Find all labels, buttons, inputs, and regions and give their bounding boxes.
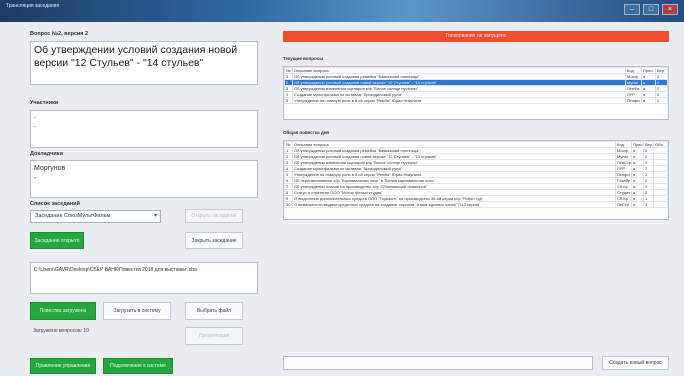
new-question-input[interactable] [283, 356, 593, 370]
create-question-button[interactable]: Создать новый вопрос [602, 356, 669, 370]
table-cell: 5 [284, 97, 293, 104]
loaded-count-status: Загружено вопросов: 10 [33, 328, 89, 334]
table-cell: а [641, 97, 656, 104]
choose-file-button[interactable]: Выбрать файл [185, 302, 243, 320]
meeting-select-value: Заседание СоюзМультФильм [35, 213, 111, 219]
table-cell: Утверждение на главную роль в 8 ой серии… [292, 97, 626, 104]
question-header: Вопрос №2, версия 2 [30, 31, 89, 37]
window-titlebar: Трансляция заседания – □ × [0, 0, 684, 22]
table-cell: 10 [284, 201, 293, 208]
participants-label: Участники [30, 100, 59, 106]
table-cell: 1 [643, 201, 654, 208]
question-text: Об утверждении условий создания новой ве… [30, 41, 258, 85]
table-cell: Ленфи [615, 171, 632, 178]
column-header[interactable]: Прио [631, 141, 644, 148]
table-cell: а [631, 201, 644, 208]
speakers-label: Докладчики [30, 151, 63, 157]
table-cell: 2 [655, 97, 668, 104]
column-header[interactable]: Вер [643, 141, 654, 148]
close-meeting-button[interactable]: Закрыть заседание [185, 232, 243, 249]
meeting-open-status-button[interactable]: Заседание открыто [30, 232, 84, 249]
table-row[interactable]: 10 О возможности выдачи кредитных средств… [284, 201, 668, 208]
table-cell: Главбу [615, 177, 632, 184]
table-cell [653, 201, 668, 208]
file-path-field[interactable]: C:\Users\GAVR\Desktop\СБЕР БАНК\Повестка… [30, 262, 258, 294]
table-cell: Ленфи [625, 97, 642, 104]
table-cell: О возможности выдачи кредитных средств н… [292, 201, 616, 208]
common-agenda-table: № Описание вопроса Код Прио Вер Объ 1 Об утвер… [283, 140, 669, 220]
meetings-label: Список заседаний [30, 201, 80, 207]
system-connect-button[interactable]: Подключение к системе [103, 358, 173, 374]
board-management-button[interactable]: Правление управления [30, 358, 96, 374]
meeting-select[interactable]: Заседание СоюзМультФильм ▾ [30, 210, 161, 223]
common-agenda-title: Общая повестка дня [283, 130, 330, 135]
window-title: Трансляция заседания [6, 3, 60, 9]
open-meeting-button[interactable]: Открыть заседание [185, 209, 243, 223]
participants-list: - - [30, 110, 258, 148]
window-controls: – □ × [624, 4, 678, 15]
chevron-down-icon: ▾ [153, 213, 157, 219]
current-questions-title: Текущие вопросы [283, 56, 324, 61]
voting-status-banner: Голосование не запущено [283, 31, 669, 42]
presentation-button[interactable]: Презентация [185, 327, 243, 345]
table-cell: ЛенСтр [615, 159, 632, 166]
speakers-list: Моргунов - [30, 160, 258, 198]
table-row[interactable]: 5 Утверждение на главную роль в 8 ой сери… [284, 97, 668, 104]
close-button[interactable]: × [662, 4, 678, 15]
table-cell: Студия [615, 189, 632, 196]
maximize-button[interactable]: □ [643, 4, 659, 15]
load-to-system-button[interactable]: Загрузить в систему [103, 302, 171, 320]
minimize-button[interactable]: – [624, 4, 640, 15]
table-cell: ЛиСтр [615, 201, 632, 208]
table-cell: ЛенФи [625, 85, 642, 92]
agenda-loaded-button[interactable]: Повестка загружена [30, 302, 96, 320]
current-questions-table: № Описание вопроса Код Прио Вер 1 Об утвержде… [283, 66, 669, 120]
